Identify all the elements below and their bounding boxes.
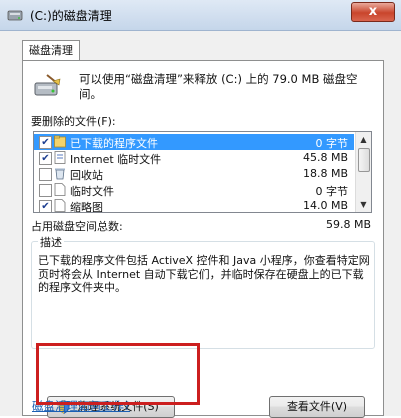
checkbox[interactable]: [39, 184, 52, 197]
item-size: 14.0 MB: [302, 199, 348, 212]
item-name: Internet 临时文件: [70, 153, 162, 166]
file-icon: [54, 199, 66, 212]
description-text: 已下载的程序文件包括 ActiveX 控件和 Java 小程序，你查看特定网页时…: [38, 254, 370, 294]
list-item[interactable]: ✔ 缩略图 14.0 MB: [34, 198, 354, 213]
help-link[interactable]: 磁盘清理如何工作?: [32, 398, 130, 414]
item-name: 已下载的程序文件: [70, 137, 158, 150]
scroll-thumb[interactable]: [358, 148, 370, 172]
list-scrollbar[interactable]: ▲ ▼: [355, 132, 371, 212]
tab-disk-cleanup[interactable]: 磁盘清理: [22, 40, 80, 61]
description-title: 描述: [38, 234, 64, 250]
checkbox[interactable]: ✔: [39, 136, 52, 149]
recycle-bin-icon: [55, 168, 65, 180]
list-item[interactable]: 回收站 18.8 MB: [34, 166, 354, 182]
window-body: 磁盘清理 可以使用“磁盘清理”来释放 (C:) 上的 79.0 MB 磁盘空间。…: [0, 31, 401, 418]
item-size: 0 字节: [315, 185, 349, 198]
total-space-value: 59.8 MB: [325, 218, 371, 231]
list-item[interactable]: ✔ Internet 临时文件 45.8 MB: [34, 150, 354, 166]
window-title: (C:)的磁盘清理: [30, 9, 112, 23]
item-size: 45.8 MB: [302, 151, 348, 164]
page-icon: [54, 151, 66, 164]
list-item[interactable]: 临时文件 0 字节: [34, 182, 354, 198]
files-to-delete-label: 要删除的文件(F):: [31, 115, 116, 128]
item-name: 缩略图: [70, 201, 103, 213]
folder-icon: [54, 135, 66, 148]
view-files-button[interactable]: 查看文件(V): [269, 396, 365, 418]
disk-cleanup-icon: [7, 10, 23, 21]
tab-panel: 可以使用“磁盘清理”来释放 (C:) 上的 79.0 MB 磁盘空间。 要删除的…: [22, 60, 384, 418]
checkbox[interactable]: [39, 168, 52, 181]
checkbox[interactable]: ✔: [39, 152, 52, 165]
total-space-label: 占用磁盘空间总数:: [31, 220, 123, 233]
intro-text: 可以使用“磁盘清理”来释放 (C:) 上的 79.0 MB 磁盘空间。: [79, 72, 358, 101]
checkbox[interactable]: ✔: [39, 200, 52, 212]
item-size: 0 字节: [315, 137, 349, 150]
item-name: 临时文件: [70, 185, 114, 198]
close-button[interactable]: x: [351, 2, 395, 22]
list-item[interactable]: ✔ 已下载的程序文件 0 字节: [34, 134, 354, 150]
title-bar[interactable]: (C:)的磁盘清理 x: [0, 0, 401, 31]
scroll-down-arrow-icon[interactable]: ▼: [357, 198, 370, 211]
file-icon: [54, 183, 66, 196]
item-size: 18.8 MB: [302, 167, 348, 180]
files-to-delete-list[interactable]: ✔ 已下载的程序文件 0 字节 ✔ Internet 临时文件 45.8 MB: [33, 131, 372, 213]
description-group: 描述 已下载的程序文件包括 ActiveX 控件和 Java 小程序，你查看特定…: [31, 234, 375, 349]
item-name: 回收站: [70, 169, 103, 182]
hard-drive-broom-icon: [34, 74, 61, 96]
scroll-up-arrow-icon[interactable]: ▲: [357, 133, 370, 146]
